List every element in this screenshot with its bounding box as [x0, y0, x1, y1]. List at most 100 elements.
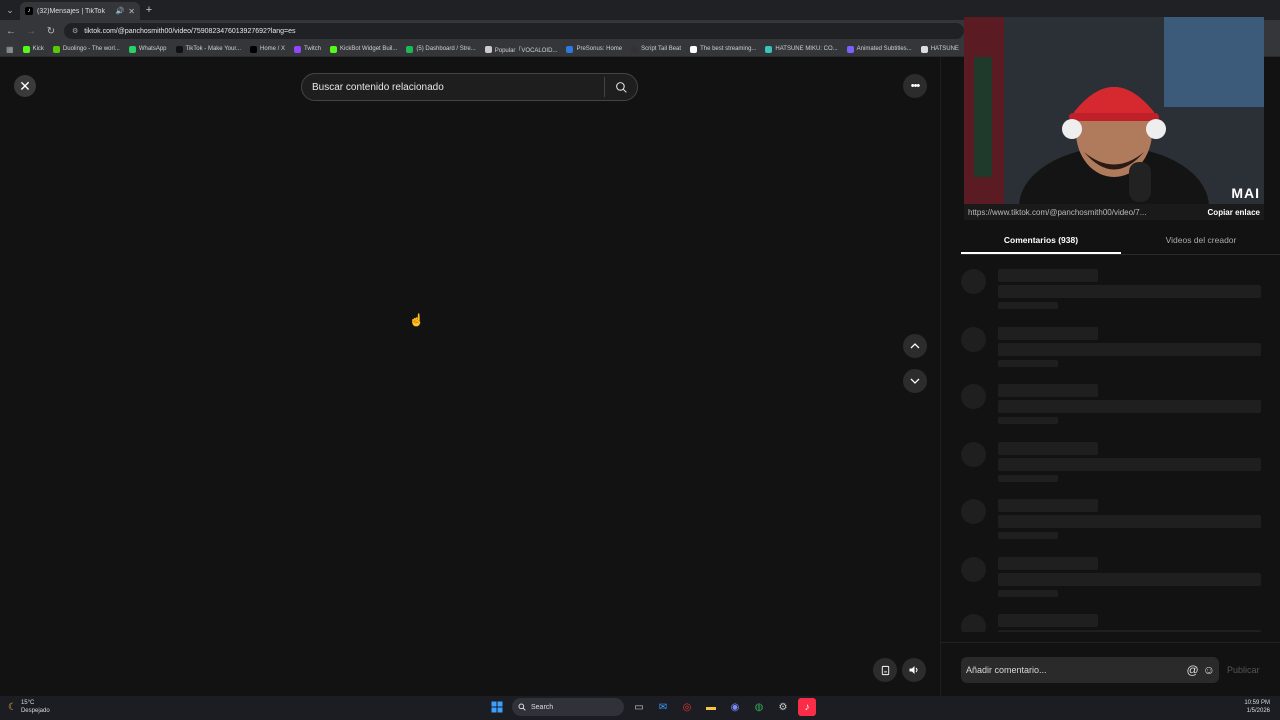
browser-tab[interactable]: ♪ (32)Mensajes | TikTok 🔊 ✕: [20, 2, 140, 20]
skeleton-line: [998, 417, 1058, 424]
bookmark-label: (5) Dashboard / Stre...: [416, 46, 476, 52]
discord-icon[interactable]: ◉: [726, 698, 744, 716]
bookmark-favicon-icon: [330, 45, 338, 53]
volume-button[interactable]: [902, 658, 926, 682]
bookmark-item[interactable]: HATSUNE MIKU: CO...: [765, 45, 838, 53]
bookmark-favicon-icon: [294, 45, 301, 53]
avatar-placeholder: [961, 556, 986, 582]
search-icon[interactable]: [605, 74, 637, 100]
bookmark-item[interactable]: The best streaming...: [690, 45, 756, 53]
skeleton-line: [998, 359, 1058, 367]
bookmark-item[interactable]: Animated Subtitles...: [846, 45, 912, 53]
previous-video-button[interactable]: [903, 334, 927, 358]
bookmark-label: Twitch: [304, 46, 322, 52]
more-options-button[interactable]: •••: [903, 74, 927, 98]
close-tab-icon[interactable]: ✕: [128, 7, 135, 16]
site-info-icon[interactable]: ⚙: [72, 27, 78, 35]
bookmark-item[interactable]: KickBot Widget Buil...: [330, 45, 398, 53]
comment-skeleton: [961, 497, 1280, 555]
new-tab-button[interactable]: +: [140, 4, 158, 16]
comment-skeleton: [961, 325, 1280, 383]
skeleton-line: [998, 532, 1058, 539]
bookmark-item[interactable]: (5) Dashboard / Stre...: [406, 45, 476, 53]
bookmark-item[interactable]: WhatsApp: [128, 45, 167, 53]
panel-tabs: Comentarios (938) Videos del creador: [961, 225, 1280, 255]
skeleton-line: [998, 499, 1098, 512]
settings-icon[interactable]: ⚙: [774, 698, 792, 716]
comments-loading-list: [961, 267, 1280, 632]
comment-input[interactable]: [966, 665, 1183, 675]
taskbar-apps: Search ▭ ✉ ◎ ▬ ◉ ◍ ⚙ ♪: [488, 698, 816, 716]
bookmark-label: PreSonus: Home: [576, 46, 623, 52]
forward-icon[interactable]: →: [24, 26, 38, 37]
skeleton-line: [998, 515, 1261, 528]
bookmark-item[interactable]: Home / X: [249, 45, 285, 53]
mail-icon[interactable]: ✉: [654, 698, 672, 716]
clock-time: 10:59 PM: [1244, 700, 1270, 706]
copy-link-button[interactable]: Copiar enlace: [1208, 208, 1260, 217]
bookmark-item[interactable]: Script Tail Beat: [631, 45, 682, 53]
bookmark-favicon-icon: [175, 45, 183, 53]
skeleton-line: [998, 572, 1261, 586]
opera-icon[interactable]: ◎: [678, 698, 696, 716]
tab-search-icon[interactable]: ⌄: [0, 0, 20, 20]
bookmark-item[interactable]: TikTok - Make Your...: [175, 45, 241, 53]
bookmark-favicon-icon: [406, 45, 414, 53]
bookmark-favicon-icon: [631, 45, 639, 53]
taskbar-search[interactable]: Search: [512, 698, 624, 716]
comment-skeleton: [961, 267, 1280, 325]
skeleton-line: [998, 400, 1261, 413]
bookmark-favicon-icon: [566, 45, 574, 53]
bookmark-label: Script Tail Beat: [641, 46, 682, 52]
search-bar: [301, 73, 638, 101]
bookmark-favicon-icon: [765, 45, 773, 53]
bookmark-item[interactable]: PreSonus: Home: [566, 45, 623, 53]
skeleton-line: [998, 285, 1261, 298]
skeleton-line: [998, 556, 1098, 570]
skeleton-line: [998, 342, 1261, 356]
speaker-icon[interactable]: 🔊: [116, 7, 125, 15]
chevron-down-icon: [910, 378, 920, 384]
comment-skeleton: [961, 440, 1280, 498]
bookmark-item[interactable]: Kick: [22, 45, 44, 53]
comment-input-wrap: @ ☺: [961, 657, 1219, 683]
url-field[interactable]: ⚙ tiktok.com/@panchosmith00/video/759082…: [64, 23, 964, 39]
emoji-icon[interactable]: ☺: [1203, 663, 1219, 677]
tab-creator-videos[interactable]: Videos del creador: [1121, 225, 1280, 254]
weather-widget[interactable]: ☾ 15°C Despejado: [8, 699, 50, 715]
music-app-icon[interactable]: ♪: [798, 698, 816, 716]
moon-icon: ☾: [8, 701, 17, 713]
comment-composer: @ ☺ Publicar: [941, 642, 1280, 696]
avatar-placeholder: [961, 441, 986, 467]
streamer-webcam-image: [964, 17, 1264, 205]
bookmark-favicon-icon: [22, 45, 30, 53]
tiktok-favicon-icon: ♪: [25, 7, 33, 15]
tab-comments[interactable]: Comentarios (938): [961, 225, 1121, 254]
chrome-icon[interactable]: ◍: [750, 698, 768, 716]
skeleton-line: [998, 457, 1261, 471]
file-explorer-icon[interactable]: ▬: [702, 698, 720, 716]
bookmark-item[interactable]: Twitch: [294, 45, 322, 53]
bookmark-favicon-icon: [484, 45, 492, 53]
bookmark-item[interactable]: HATSUNE: [920, 45, 959, 53]
bookmark-item[interactable]: Duolingo - The worl...: [52, 45, 120, 53]
webcam-watermark: MAI: [1231, 185, 1260, 201]
mention-icon[interactable]: @: [1187, 663, 1199, 677]
system-clock[interactable]: 10:59 PM 1/5/2026: [1244, 699, 1270, 715]
bookmark-label: KickBot Widget Buil...: [340, 46, 398, 52]
hand-cursor-icon: ☝: [409, 313, 424, 327]
publish-button[interactable]: Publicar: [1227, 665, 1260, 675]
windows-start-icon[interactable]: [488, 698, 506, 716]
apps-icon[interactable]: ▦: [6, 45, 14, 54]
skeleton-line: [998, 630, 1261, 632]
autoscroll-button[interactable]: [873, 658, 897, 682]
back-icon[interactable]: ←: [4, 26, 18, 37]
close-button[interactable]: ✕: [14, 75, 36, 97]
reload-icon[interactable]: ↻: [44, 26, 58, 37]
next-video-button[interactable]: [903, 369, 927, 393]
bookmark-item[interactable]: Popular「VOCALOID...: [484, 45, 557, 54]
search-input[interactable]: [312, 81, 604, 93]
task-view-icon[interactable]: ▭: [630, 698, 648, 716]
bookmark-favicon-icon: [920, 45, 928, 53]
screen: ⌄ ♪ (32)Mensajes | TikTok 🔊 ✕ + ← → ↻ ⚙ …: [0, 0, 1280, 720]
